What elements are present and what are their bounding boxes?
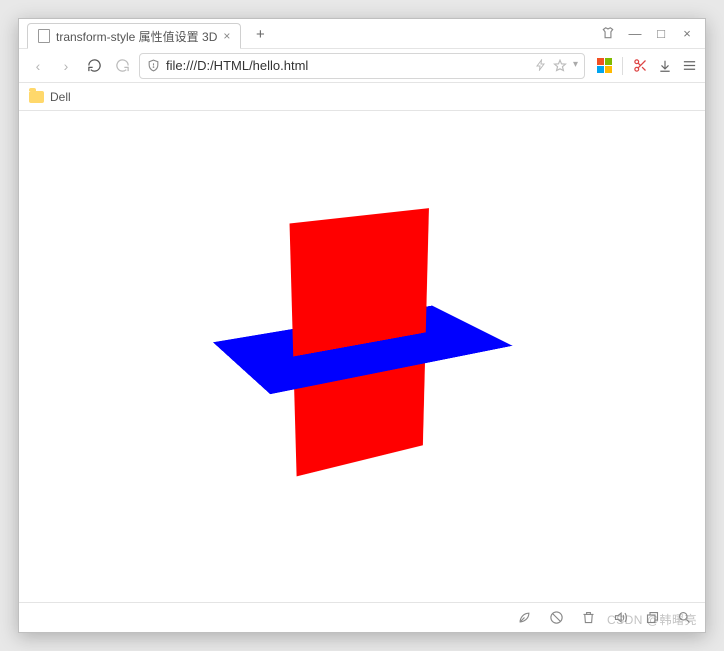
reload-button[interactable] (83, 55, 105, 77)
forward-button[interactable]: › (55, 55, 77, 77)
maximize-button[interactable]: □ (653, 26, 669, 41)
address-bar[interactable]: file:///D:/HTML/hello.html ▾ (139, 53, 585, 79)
address-right: ▾ (535, 59, 578, 73)
bookmarks-bar: Dell (19, 83, 705, 111)
url-text: file:///D:/HTML/hello.html (166, 58, 529, 73)
divider (622, 57, 623, 75)
search-icon[interactable] (677, 610, 693, 625)
back-button[interactable]: ‹ (27, 55, 49, 77)
title-bar: transform-style 属性值设置 3D × + — □ × (19, 19, 705, 49)
browser-window: transform-style 属性值设置 3D × + — □ × ‹ › f… (18, 18, 706, 633)
status-bar (19, 602, 705, 632)
toolbar: ‹ › file:///D:/HTML/hello.html ▾ (19, 49, 705, 83)
skin-icon[interactable] (601, 26, 617, 40)
rocket-icon[interactable] (517, 610, 533, 625)
bookmark-dell[interactable]: Dell (50, 90, 71, 104)
trash-icon[interactable] (581, 610, 597, 625)
flash-icon[interactable] (535, 59, 547, 73)
stage-3d (233, 202, 476, 488)
tab-close-button[interactable]: × (223, 29, 230, 43)
transform-3d-demo (232, 214, 492, 474)
undo-button[interactable] (111, 55, 133, 77)
new-tab-button[interactable]: + (247, 22, 273, 48)
tab-title: transform-style 属性值设置 3D (56, 28, 217, 45)
folder-icon (29, 91, 44, 103)
shield-icon (146, 59, 160, 73)
microsoft-icon[interactable] (597, 58, 612, 73)
dropdown-icon[interactable]: ▾ (573, 59, 578, 73)
menu-icon[interactable] (682, 58, 697, 73)
toolbar-right (591, 57, 697, 75)
sound-icon[interactable] (613, 610, 629, 625)
browser-tab[interactable]: transform-style 属性值设置 3D × (27, 23, 241, 49)
scissors-icon[interactable] (633, 58, 648, 73)
restore-icon[interactable] (645, 610, 661, 625)
page-content (19, 111, 705, 602)
favorite-icon[interactable] (553, 59, 567, 73)
file-icon (38, 29, 50, 43)
minimize-button[interactable]: — (627, 26, 643, 41)
window-controls: — □ × (601, 18, 705, 48)
close-button[interactable]: × (679, 26, 695, 41)
adblock-icon[interactable] (549, 610, 565, 625)
download-icon[interactable] (658, 59, 672, 73)
